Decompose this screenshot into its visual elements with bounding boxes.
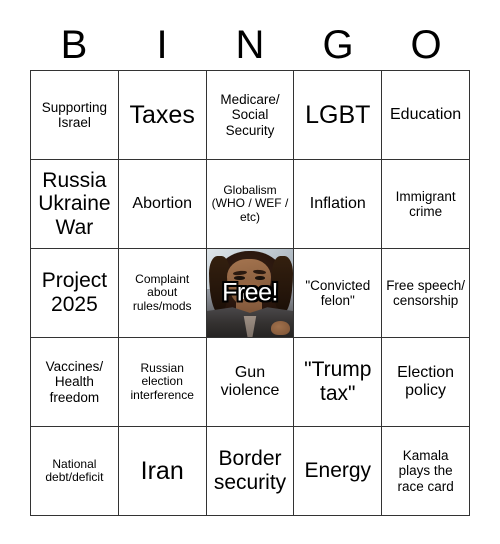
bingo-cell-label: Vaccines/ Health freedom xyxy=(45,359,104,405)
bingo-header-letter-o: O xyxy=(410,23,442,67)
bingo-grid: Supporting Israel Taxes Medicare/ Social S… xyxy=(30,70,470,516)
bingo-cell-label: Russia Ukraine War xyxy=(38,168,111,239)
bingo-cell-r4c2[interactable]: Russian election interference xyxy=(118,338,207,427)
bingo-cell-label: Energy xyxy=(304,459,372,483)
bingo-cell-label: Border security xyxy=(213,447,287,494)
bingo-cell-r1c3[interactable]: Medicare/ Social Security xyxy=(206,71,295,160)
bingo-cell-label: Medicare/ Social Security xyxy=(220,92,280,138)
bingo-header-letter-b: B xyxy=(60,23,88,67)
bingo-cell-label: Taxes xyxy=(129,101,195,129)
bingo-cell-label: Globalism (WHO / WEF / etc) xyxy=(211,182,289,224)
bingo-cell-r4c3[interactable]: Gun violence xyxy=(206,338,295,427)
bingo-cell-r3c5[interactable]: Free speech/ censorship xyxy=(382,249,470,338)
bingo-cell-r2c3[interactable]: Globalism (WHO / WEF / etc) xyxy=(206,160,295,249)
bingo-header: BINGO xyxy=(30,20,470,70)
bingo-cell-label: Complaint about rules/mods xyxy=(132,271,192,313)
bingo-cell-r4c1[interactable]: Vaccines/ Health freedom xyxy=(31,338,119,427)
free-space-label: Free! xyxy=(222,278,278,307)
photo-hand xyxy=(270,321,290,336)
bingo-header-letter-g: G xyxy=(322,23,354,67)
bingo-cell-r3c1[interactable]: Project 2025 xyxy=(31,249,119,338)
bingo-cell-label: Free speech/ censorship xyxy=(386,277,465,308)
bingo-cell-r3c2[interactable]: Complaint about rules/mods xyxy=(118,249,207,338)
bingo-cell-r1c1[interactable]: Supporting Israel xyxy=(31,71,119,160)
bingo-cell-r2c4[interactable]: Inflation xyxy=(294,160,383,249)
bingo-cell-r3c4[interactable]: "Convicted felon" xyxy=(294,249,383,338)
bingo-header-letter-i: I xyxy=(156,23,168,67)
bingo-cell-r5c5[interactable]: Kamala plays the race card xyxy=(382,427,470,516)
bingo-free-space-cell[interactable]: Free! xyxy=(206,249,295,338)
bingo-card: B I N G O Supporting Israel Taxes Medicare/ So… xyxy=(0,0,500,544)
bingo-cell-r4c4[interactable]: "Trump tax" xyxy=(294,338,383,427)
bingo-cell-r2c2[interactable]: Abortion xyxy=(118,160,207,249)
bingo-cell-label: Project 2025 xyxy=(41,269,108,316)
bingo-cell-label: "Convicted felon" xyxy=(305,277,371,308)
bingo-cell-label: LGBT xyxy=(305,101,371,129)
bingo-cell-r1c4[interactable]: LGBT xyxy=(294,71,383,160)
bingo-cell-label: "Trump tax" xyxy=(304,358,372,405)
bingo-cell-label: Gun violence xyxy=(220,364,280,399)
bingo-cell-label: Education xyxy=(390,106,462,124)
bingo-cell-label: Inflation xyxy=(309,195,366,213)
bingo-cell-r4c5[interactable]: Election policy xyxy=(382,338,470,427)
bingo-cell-r5c4[interactable]: Energy xyxy=(294,427,383,516)
bingo-cell-r5c1[interactable]: National debt/deficit xyxy=(31,427,119,516)
bingo-cell-r1c2[interactable]: Taxes xyxy=(118,71,207,160)
bingo-cell-label: Immigrant crime xyxy=(395,188,456,219)
bingo-cell-r1c5[interactable]: Education xyxy=(382,71,470,160)
bingo-cell-label: Supporting Israel xyxy=(41,99,108,130)
bingo-cell-r5c2[interactable]: Iran xyxy=(118,427,207,516)
bingo-header-letter-n: N xyxy=(235,23,265,67)
bingo-cell-r2c5[interactable]: Immigrant crime xyxy=(382,160,470,249)
bingo-cell-label: National debt/deficit xyxy=(45,456,104,484)
bingo-cell-label: Russian election interference xyxy=(130,360,194,402)
bingo-cell-r2c1[interactable]: Russia Ukraine War xyxy=(31,160,119,249)
bingo-cell-r5c3[interactable]: Border security xyxy=(206,427,295,516)
bingo-cell-label: Election policy xyxy=(397,364,455,399)
bingo-cell-label: Kamala plays the race card xyxy=(397,448,454,494)
bingo-cell-label: Abortion xyxy=(132,195,192,213)
bingo-cell-label: Iran xyxy=(140,457,184,485)
